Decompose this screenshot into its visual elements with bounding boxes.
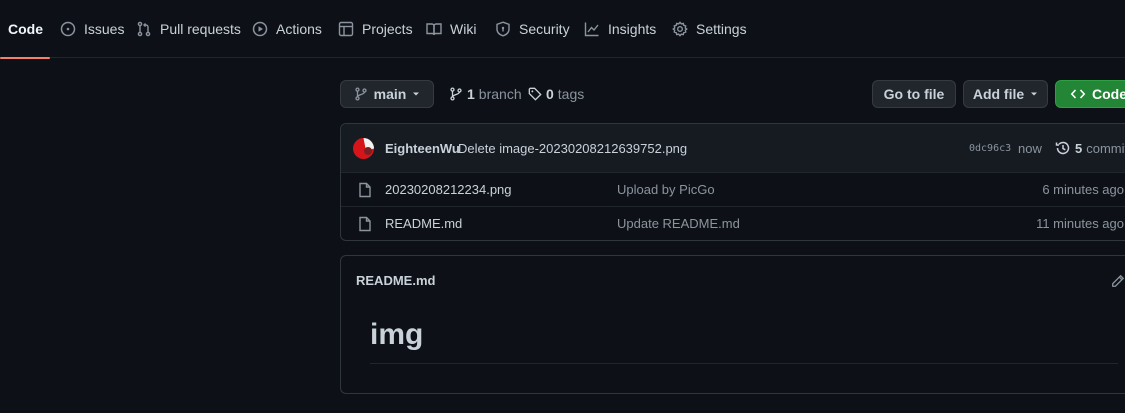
tag-label: tags — [557, 86, 585, 102]
tab-settings-label: Settings — [696, 21, 747, 37]
commit-time: now — [1018, 141, 1042, 156]
tab-pull-requests-label: Pull requests — [160, 21, 241, 37]
file-commit-message[interactable]: Update README.md — [617, 216, 740, 231]
add-file-button[interactable]: Add file — [963, 80, 1048, 108]
branch-selector-button[interactable]: main — [340, 80, 434, 108]
latest-commit-bar: EighteenWu Delete image-2023020821263975… — [341, 124, 1125, 173]
tab-wiki-label: Wiki — [450, 21, 477, 37]
tab-wiki[interactable]: Wiki — [426, 0, 476, 58]
file-icon — [357, 216, 373, 232]
tab-pull-requests[interactable]: Pull requests — [136, 0, 241, 58]
tab-issues-label: Issues — [84, 21, 125, 37]
caret-down-icon — [1030, 90, 1038, 98]
tab-security-label: Security — [519, 21, 570, 37]
pull-request-icon — [136, 21, 152, 37]
tab-code[interactable]: Code — [0, 0, 50, 59]
file-name[interactable]: 20230208212234.png — [385, 182, 512, 197]
table-icon — [338, 21, 354, 37]
file-name[interactable]: README.md — [385, 216, 462, 231]
history-icon — [1055, 140, 1071, 156]
file-commit-message[interactable]: Upload by PicGo — [617, 182, 715, 197]
shield-icon — [495, 21, 511, 37]
commits-link[interactable]: 5 commits — [1055, 140, 1125, 156]
tag-icon — [528, 87, 542, 101]
readme-heading: img — [370, 318, 1118, 364]
commits-count: 5 — [1075, 140, 1083, 156]
graph-icon — [584, 21, 600, 37]
pencil-icon[interactable] — [1111, 274, 1125, 288]
commit-message[interactable]: Delete image-20230208212639752.png — [458, 141, 687, 156]
avatar[interactable] — [353, 138, 374, 159]
file-row[interactable]: 20230208212234.png Upload by PicGo 6 min… — [341, 173, 1125, 207]
commit-sha[interactable]: 0dc96c3 — [969, 143, 1011, 154]
branch-name: main — [373, 86, 407, 102]
branch-label: branch — [478, 86, 522, 102]
tab-issues[interactable]: Issues — [60, 0, 124, 58]
go-to-file-label: Go to file — [883, 86, 945, 102]
readme-title[interactable]: README.md — [356, 273, 435, 288]
tags-link[interactable]: 0 tags — [528, 86, 584, 102]
branches-link[interactable]: 1 branch — [449, 86, 522, 102]
caret-down-icon — [412, 90, 420, 98]
readme-panel: README.md img — [340, 255, 1125, 394]
tab-insights-label: Insights — [608, 21, 657, 37]
go-to-file-button[interactable]: Go to file — [872, 80, 956, 108]
add-file-label: Add file — [972, 86, 1025, 102]
file-list: EighteenWu Delete image-2023020821263975… — [340, 123, 1125, 241]
play-circle-icon — [252, 21, 268, 37]
branch-icon — [354, 87, 368, 101]
tab-actions-label: Actions — [276, 21, 322, 37]
tab-security[interactable]: Security — [495, 0, 570, 58]
file-time: 6 minutes ago — [1042, 182, 1124, 197]
book-icon — [426, 21, 442, 37]
code-dropdown-button[interactable]: Code — [1055, 80, 1125, 108]
tab-projects[interactable]: Projects — [338, 0, 413, 58]
commits-label: commits — [1086, 140, 1125, 156]
gear-icon — [672, 21, 688, 37]
tab-insights[interactable]: Insights — [584, 0, 656, 58]
tab-settings[interactable]: Settings — [672, 0, 747, 58]
commit-author[interactable]: EighteenWu — [385, 141, 460, 156]
tag-count: 0 — [546, 86, 554, 102]
file-icon — [357, 182, 373, 198]
tab-projects-label: Projects — [362, 21, 413, 37]
file-time: 11 minutes ago — [1036, 216, 1124, 231]
branch-icon — [449, 87, 463, 101]
tab-actions[interactable]: Actions — [252, 0, 322, 58]
issue-circle-icon — [60, 21, 76, 37]
repo-nav: Code Issues Pull requests Actions Projec… — [0, 0, 1125, 59]
code-button-label: Code — [1092, 86, 1125, 102]
branch-count: 1 — [467, 86, 475, 102]
file-row[interactable]: README.md Update README.md 11 minutes ag… — [341, 207, 1125, 240]
tab-code-label: Code — [8, 21, 43, 37]
code-icon — [1070, 86, 1086, 102]
